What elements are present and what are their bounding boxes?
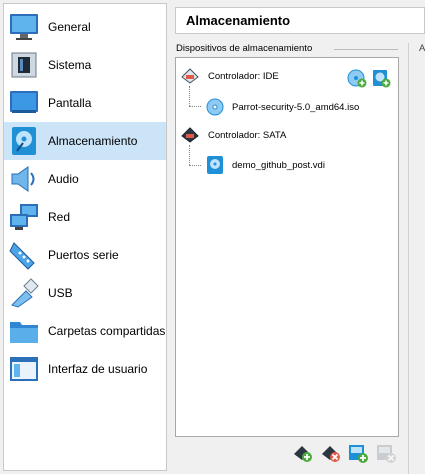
- sidebar-item-puertos-serie[interactable]: Puertos serie: [4, 236, 166, 274]
- serial-port-icon: [8, 239, 40, 271]
- tree-connector: [189, 86, 191, 106]
- tree-connector: [189, 165, 201, 167]
- attributes-label-fragment: A: [419, 43, 425, 54]
- sidebar-item-label: General: [48, 20, 91, 34]
- controller-ide-actions: [347, 68, 391, 88]
- sidebar-item-label: Puertos serie: [48, 248, 119, 262]
- device-iso-label: Parrot-security-5.0_amd64.iso: [232, 101, 360, 113]
- usb-icon: [8, 277, 40, 309]
- add-controller-button[interactable]: [292, 442, 314, 464]
- ui-window-icon: [8, 353, 40, 385]
- sidebar-item-interfaz-usuario[interactable]: Interfaz de usuario: [4, 350, 166, 388]
- add-attachment-button[interactable]: [347, 442, 369, 464]
- remove-controller-button[interactable]: [320, 442, 342, 464]
- device-vdi-label: demo_github_post.vdi: [232, 159, 325, 171]
- device-vdi-row[interactable]: demo_github_post.vdi: [206, 155, 325, 175]
- sidebar-item-red[interactable]: Red: [4, 198, 166, 236]
- settings-sidebar: General Sistema Pantalla Almacenamiento …: [3, 3, 167, 471]
- sidebar-item-almacenamiento[interactable]: Almacenamiento: [4, 122, 166, 160]
- sidebar-item-label: Red: [48, 210, 71, 224]
- sidebar-item-pantalla[interactable]: Pantalla: [4, 84, 166, 122]
- network-icon: [8, 201, 40, 233]
- sidebar-item-label: Pantalla: [48, 96, 92, 110]
- tree-connector: [189, 106, 201, 108]
- general-monitor-icon: [8, 11, 40, 43]
- add-optical-drive-button[interactable]: [347, 68, 367, 88]
- remove-attachment-button[interactable]: [375, 442, 397, 464]
- sata-controller-icon: [180, 126, 200, 144]
- ide-controller-icon: [180, 67, 200, 85]
- sidebar-item-label: Interfaz de usuario: [48, 362, 148, 376]
- add-hard-disk-button[interactable]: [371, 68, 391, 88]
- speaker-icon: [8, 163, 40, 195]
- controller-ide-label: Controlador: IDE: [208, 70, 279, 82]
- optical-disc-icon: [206, 98, 224, 116]
- sidebar-item-general[interactable]: General: [4, 8, 166, 46]
- controller-ide-row[interactable]: Controlador: IDE: [180, 67, 279, 85]
- chip-icon: [8, 49, 40, 81]
- storage-devices-label: Dispositivos de almacenamiento: [176, 43, 313, 54]
- sidebar-item-label: USB: [48, 286, 73, 300]
- controller-sata-row[interactable]: Controlador: SATA: [180, 126, 286, 144]
- sidebar-item-carpetas-compartidas[interactable]: Carpetas compartidas: [4, 312, 166, 350]
- device-iso-row[interactable]: Parrot-security-5.0_amd64.iso: [206, 98, 359, 116]
- sidebar-item-audio[interactable]: Audio: [4, 160, 166, 198]
- sidebar-item-label: Audio: [48, 172, 79, 186]
- folder-icon: [8, 315, 40, 347]
- sidebar-item-usb[interactable]: USB: [4, 274, 166, 312]
- sidebar-item-label: Almacenamiento: [48, 134, 138, 148]
- panel-splitter[interactable]: [408, 43, 409, 474]
- sidebar-item-label: Sistema: [48, 58, 92, 72]
- section-divider: [334, 49, 398, 50]
- hard-disk-icon: [206, 155, 224, 175]
- tree-connector: [189, 145, 191, 165]
- controller-sata-label: Controlador: SATA: [208, 129, 287, 141]
- sidebar-item-label: Carpetas compartidas: [48, 324, 166, 338]
- storage-tree[interactable]: Controlador: IDE Parrot-security-5.0_amd…: [175, 57, 399, 437]
- sidebar-item-sistema[interactable]: Sistema: [4, 46, 166, 84]
- storage-disk-icon: [8, 125, 40, 157]
- page-title: Almacenamiento: [175, 7, 425, 34]
- display-icon: [8, 87, 40, 119]
